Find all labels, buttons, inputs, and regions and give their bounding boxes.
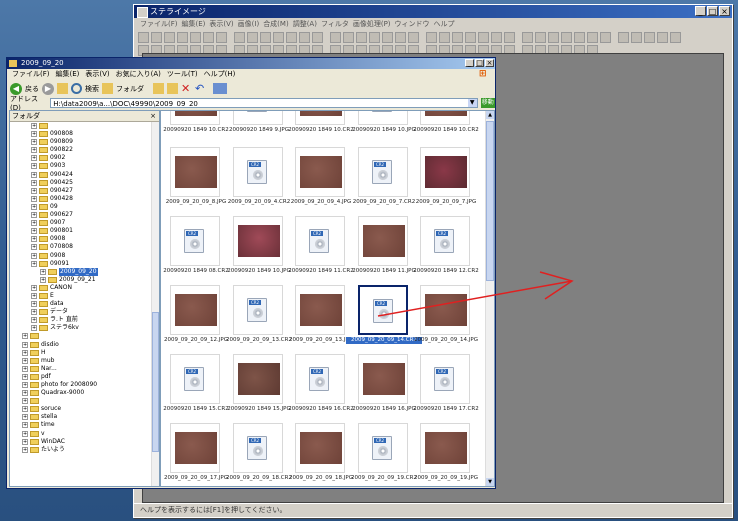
arrow-line [377, 280, 573, 317]
red-arrow-annotation [377, 271, 574, 317]
